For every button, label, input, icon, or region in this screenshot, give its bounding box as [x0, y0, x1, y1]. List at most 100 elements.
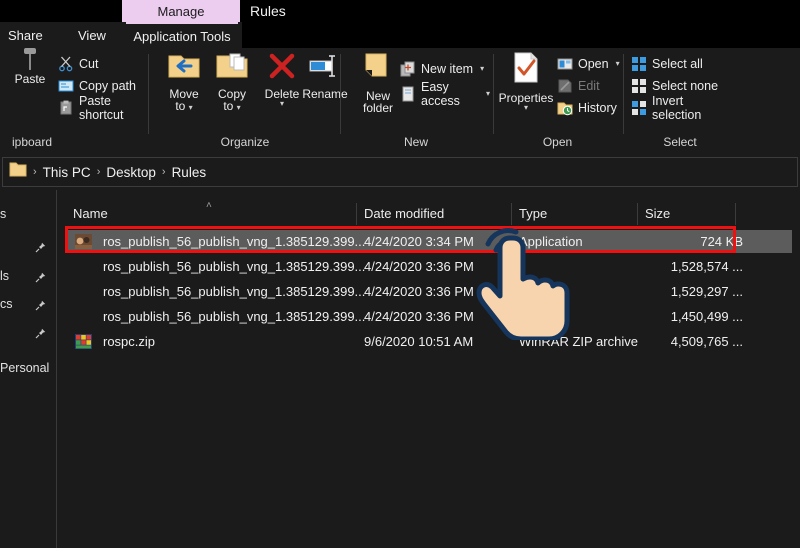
tab-application-tools[interactable]: Application Tools	[126, 22, 238, 48]
column-header-type[interactable]: Type	[511, 198, 637, 228]
window-title: Rules	[250, 0, 286, 22]
select-none-button[interactable]: Select none	[631, 76, 718, 95]
open-button[interactable]: Open ▾	[557, 54, 620, 73]
column-header-name[interactable]: Name	[65, 198, 356, 228]
breadcrumb-separator: ›	[33, 166, 37, 178]
delete-button[interactable]: Delete ▾	[256, 52, 308, 108]
copy-path-icon	[58, 78, 74, 94]
ribbon-separator-4	[623, 54, 624, 134]
group-label-select: Select	[625, 135, 735, 149]
file-name: ros_publish_56_publish_vng_1.385129.399.…	[103, 305, 365, 328]
contextual-tab-strip: Manage Rules	[0, 0, 800, 22]
winrar-icon	[75, 333, 92, 350]
properties-button[interactable]: Properties ▾	[497, 52, 555, 112]
column-header-date-modified[interactable]: Date modified	[356, 198, 511, 228]
easy-access-icon	[400, 86, 416, 102]
paste-button[interactable]: Paste	[4, 52, 56, 85]
copy-to-folder-icon	[215, 52, 249, 85]
ribbon: Paste Cut	[0, 48, 800, 151]
easy-access-button[interactable]: Easy access ▾	[400, 84, 490, 103]
ribbon-tab-row: Share View Application Tools	[0, 22, 800, 48]
ribbon-group-clipboard: Paste Cut	[0, 48, 148, 151]
breadcrumb-rules[interactable]: Rules	[172, 165, 207, 180]
clipboard-icon	[29, 52, 31, 70]
file-list-pane: ˄ Name Date modified Type Size	[57, 190, 800, 548]
nav-item-1[interactable]	[0, 234, 56, 258]
file-date: 4/24/2020 3:36 PM	[364, 305, 474, 328]
nav-item-4[interactable]	[0, 320, 56, 344]
edit-button[interactable]: Edit	[557, 76, 600, 95]
group-label-open: Open	[495, 135, 620, 149]
file-size: 1,450,499 ...	[625, 305, 743, 328]
tab-share[interactable]: Share	[8, 22, 43, 48]
pin-icon	[35, 270, 46, 281]
file-date: 4/24/2020 3:34 PM	[364, 230, 474, 253]
rename-icon	[308, 52, 342, 85]
ribbon-group-select: Select all Select none	[625, 48, 735, 151]
breadcrumb-this-pc[interactable]: This PC	[43, 165, 91, 180]
scissors-icon	[58, 56, 74, 72]
ribbon-separator-2	[340, 54, 341, 134]
group-label-new: New	[342, 135, 490, 149]
address-bar[interactable]: › This PC › Desktop › Rules	[2, 157, 798, 187]
table-row[interactable]: ros_publish_56_publish_vng_1.385129.399.…	[65, 255, 792, 278]
cut-button[interactable]: Cut	[58, 54, 98, 73]
edit-pencil-icon	[557, 78, 573, 94]
move-to-button[interactable]: Move to ▾	[158, 52, 210, 112]
nav-item-2[interactable]: ls	[0, 264, 56, 288]
select-none-icon	[631, 78, 647, 94]
history-button[interactable]: History	[557, 98, 617, 117]
file-name: ros_publish_56_publish_vng_1.385129.399.…	[103, 255, 365, 278]
file-type: Application	[519, 230, 583, 253]
file-size: 4,509,765 ...	[625, 330, 743, 353]
document-icon	[75, 283, 92, 300]
document-icon	[75, 308, 92, 325]
select-all-button[interactable]: Select all	[631, 54, 703, 73]
file-explorer-window: Manage Rules Share View Application Tool…	[0, 0, 800, 548]
nav-item-personal[interactable]: Personal	[0, 356, 56, 380]
document-icon	[75, 258, 92, 275]
table-row[interactable]: ros_publish_56_publish_vng_1.385129.399.…	[65, 305, 792, 328]
delete-x-icon	[267, 52, 297, 85]
tab-view[interactable]: View	[78, 22, 106, 48]
copy-path-button[interactable]: Copy path	[58, 76, 136, 95]
nav-item-0[interactable]: s	[0, 202, 56, 226]
ribbon-separator-3	[493, 54, 494, 134]
open-window-icon	[557, 56, 573, 72]
breadcrumb-separator: ›	[162, 166, 166, 178]
file-name: ros_publish_56_publish_vng_1.385129.399.…	[103, 280, 365, 303]
column-header-size[interactable]: Size	[637, 198, 735, 228]
file-date: 4/24/2020 3:36 PM	[364, 280, 474, 303]
folder-icon	[9, 162, 27, 182]
copy-to-button[interactable]: Copy to ▾	[206, 52, 258, 112]
paste-shortcut-button[interactable]: Paste shortcut	[58, 98, 148, 117]
column-header-row: ˄ Name Date modified Type Size	[57, 198, 800, 228]
move-to-folder-icon	[167, 52, 201, 85]
breadcrumb-separator: ›	[97, 166, 101, 178]
pin-icon	[35, 298, 46, 309]
paste-shortcut-icon	[58, 100, 74, 116]
ribbon-separator-1	[148, 54, 149, 134]
file-size: 1,529,297 ...	[625, 280, 743, 303]
ribbon-group-organize: Move to ▾ Copy to ▾	[150, 48, 340, 151]
column-divider[interactable]	[735, 203, 736, 225]
breadcrumb-desktop[interactable]: Desktop	[106, 165, 156, 180]
file-name: ros_publish_56_publish_vng_1.385129.399.…	[103, 230, 365, 253]
navigation-pane: s ls cs Personal	[0, 192, 56, 548]
tab-manage[interactable]: Manage	[122, 0, 240, 22]
tab-manage-label: Manage	[158, 4, 205, 19]
file-size: 1,528,574 ...	[625, 255, 743, 278]
file-name: rospc.zip	[103, 330, 155, 353]
new-folder-button[interactable]: New folder	[352, 52, 404, 114]
new-folder-icon	[362, 52, 394, 87]
ribbon-group-open: Properties ▾ Open ▾	[495, 48, 620, 151]
invert-selection-button[interactable]: Invert selection	[631, 98, 735, 117]
table-row[interactable]: ros_publish_56_publish_vng_1.385129.399.…	[65, 280, 792, 303]
new-item-button[interactable]: New item ▾	[400, 59, 484, 78]
select-all-icon	[631, 56, 647, 72]
pin-icon	[35, 326, 46, 337]
pin-icon	[35, 240, 46, 251]
table-row[interactable]: ros_publish_56_publish_vng_1.385129.399.…	[65, 230, 792, 253]
table-row[interactable]: rospc.zip 9/6/2020 10:51 AM WinRAR ZIP a…	[65, 330, 792, 353]
nav-item-3[interactable]: cs	[0, 292, 56, 316]
